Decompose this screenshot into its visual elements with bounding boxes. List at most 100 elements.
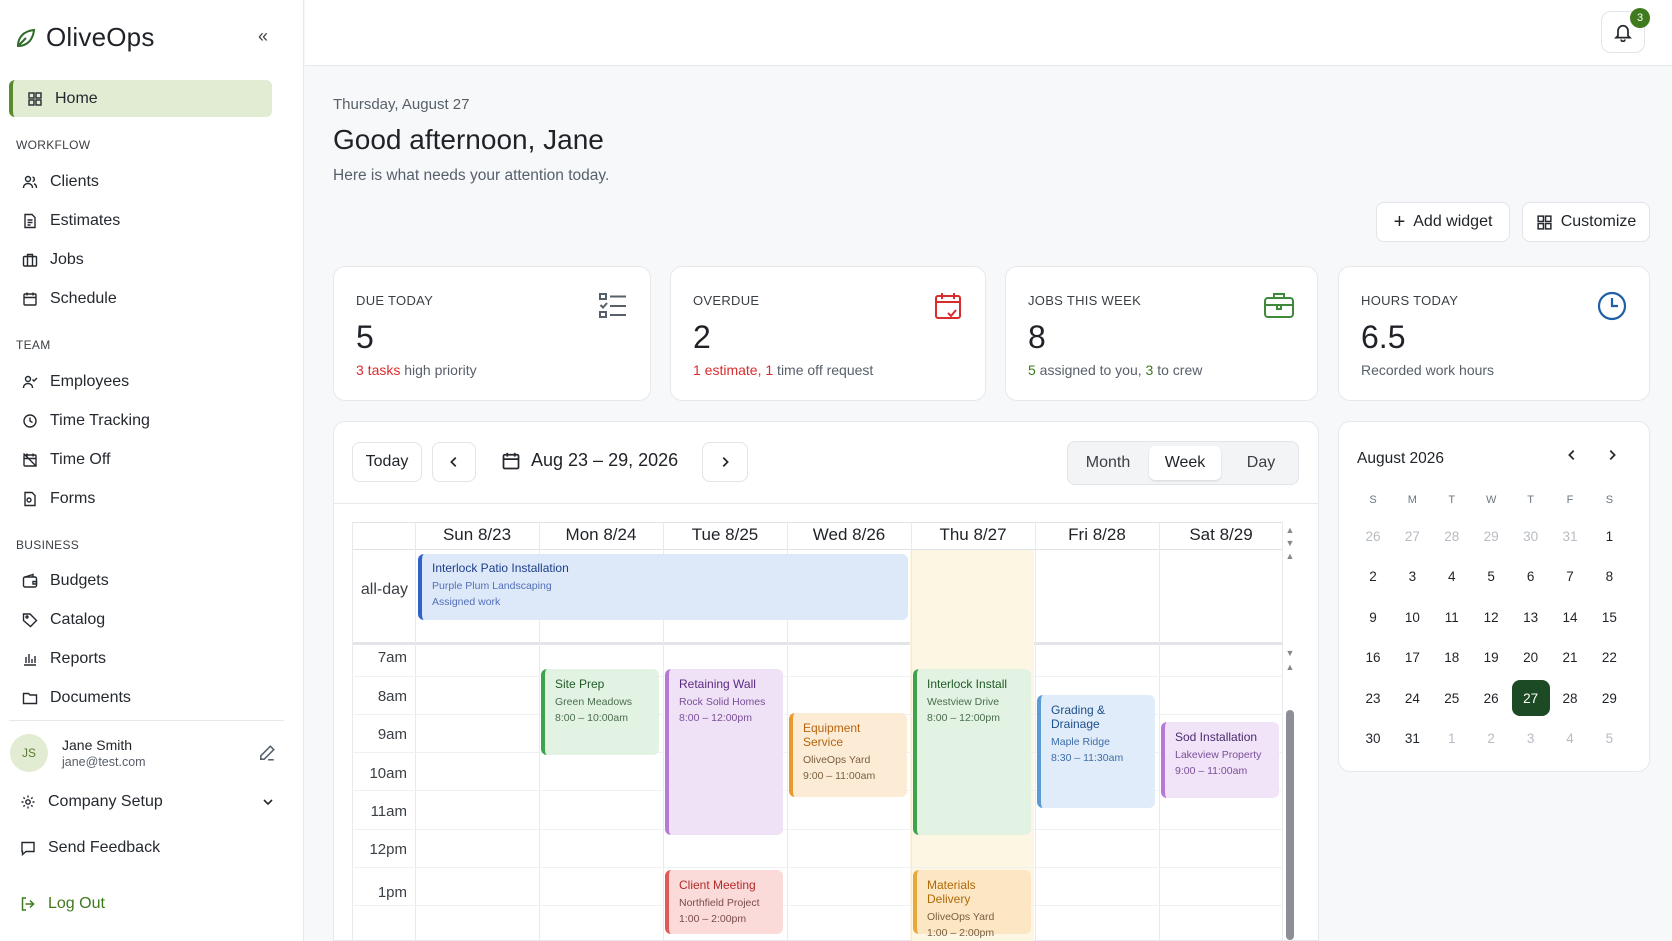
day-header[interactable]: Sat 8/29	[1159, 525, 1283, 545]
mini-day[interactable]: 17	[1393, 640, 1431, 676]
brand[interactable]: OliveOps	[14, 22, 155, 53]
event-equipment-service[interactable]: Equipment Service OliveOps Yard 9:00 – 1…	[789, 713, 907, 797]
stat-card-jobs-week[interactable]: JOBS THIS WEEK 8 5 assigned to you, 3 to…	[1005, 266, 1318, 401]
event-sod-installation[interactable]: Sod Installation Lakeview Property 9:00 …	[1161, 722, 1279, 798]
date-range[interactable]: Aug 23 – 29, 2026	[501, 450, 678, 471]
mini-day[interactable]: 19	[1472, 640, 1510, 676]
nav-time-off[interactable]: Time Off	[22, 448, 110, 472]
mini-day[interactable]: 28	[1551, 680, 1589, 716]
mini-day[interactable]: 2	[1472, 721, 1510, 757]
add-widget-button[interactable]: + Add widget	[1376, 202, 1510, 242]
nav-estimates[interactable]: Estimates	[22, 209, 120, 233]
mini-day[interactable]: 24	[1393, 680, 1431, 716]
mini-day[interactable]: 26	[1354, 518, 1392, 554]
stat-card-due-today[interactable]: DUE TODAY 5 3 tasks high priority	[333, 266, 651, 401]
mini-day[interactable]: 7	[1551, 559, 1589, 595]
customize-button[interactable]: Customize	[1522, 202, 1650, 242]
day-header[interactable]: Mon 8/24	[539, 525, 663, 545]
nav-budgets[interactable]: Budgets	[22, 569, 109, 593]
mini-prev-month[interactable]	[1565, 446, 1579, 467]
collapse-sidebar-icon[interactable]: «	[258, 26, 268, 47]
mini-day[interactable]: 1	[1433, 721, 1471, 757]
mini-day[interactable]: 16	[1354, 640, 1392, 676]
nav-employees[interactable]: Employees	[22, 370, 129, 394]
mini-day[interactable]: 20	[1512, 640, 1550, 676]
send-feedback[interactable]: Send Feedback	[20, 836, 160, 860]
mini-day[interactable]: 29	[1590, 680, 1628, 716]
mini-day[interactable]: 25	[1433, 680, 1471, 716]
mini-day[interactable]: 15	[1590, 599, 1628, 635]
mini-day[interactable]: 31	[1393, 721, 1431, 757]
next-week-button[interactable]	[702, 442, 748, 482]
mini-day[interactable]: 13	[1512, 599, 1550, 635]
nav-documents[interactable]: Documents	[22, 686, 131, 710]
mini-day[interactable]: 30	[1354, 721, 1392, 757]
mini-day[interactable]: 5	[1472, 559, 1510, 595]
nav-jobs[interactable]: Jobs	[22, 248, 84, 272]
mini-day[interactable]: 11	[1433, 599, 1471, 635]
mini-day[interactable]: 31	[1551, 518, 1589, 554]
mini-day[interactable]: 21	[1551, 640, 1589, 676]
mini-day[interactable]: 3	[1512, 721, 1550, 757]
day-header[interactable]: Wed 8/26	[787, 525, 911, 545]
view-day[interactable]: Day	[1228, 446, 1294, 480]
mini-day[interactable]: 30	[1512, 518, 1550, 554]
stat-card-overdue[interactable]: OVERDUE 2 1 estimate, 1 time off request	[670, 266, 986, 401]
mini-day[interactable]: 4	[1551, 721, 1589, 757]
nav-catalog[interactable]: Catalog	[22, 608, 105, 632]
prev-week-button[interactable]	[432, 442, 476, 482]
event-materials-delivery[interactable]: Materials Delivery OliveOps Yard 1:00 – …	[913, 870, 1031, 939]
mini-day[interactable]: 28	[1433, 518, 1471, 554]
mini-day[interactable]: 10	[1393, 599, 1431, 635]
view-week[interactable]: Week	[1149, 446, 1221, 480]
view-month[interactable]: Month	[1074, 446, 1142, 480]
event-retaining-wall[interactable]: Retaining Wall Rock Solid Homes 8:00 – 1…	[665, 669, 783, 835]
stat-label: JOBS THIS WEEK	[1028, 293, 1142, 308]
mini-day[interactable]: 27	[1393, 518, 1431, 554]
day-header[interactable]: Sun 8/23	[415, 525, 539, 545]
time-scrollbar-thumb[interactable]	[1286, 710, 1294, 940]
event-grading-drainage[interactable]: Grading & Drainage Maple Ridge 8:30 – 11…	[1037, 695, 1155, 808]
mini-day[interactable]: 22	[1590, 640, 1628, 676]
mini-day[interactable]: 6	[1512, 559, 1550, 595]
mini-day[interactable]: 2	[1354, 559, 1392, 595]
mini-day[interactable]: 4	[1433, 559, 1471, 595]
day-header[interactable]: Fri 8/28	[1035, 525, 1159, 545]
mini-next-month[interactable]	[1605, 446, 1619, 467]
all-day-label: all-day	[360, 581, 408, 598]
mini-day[interactable]: 23	[1354, 680, 1392, 716]
mini-day[interactable]: 9	[1354, 599, 1392, 635]
nav-schedule[interactable]: Schedule	[22, 287, 117, 311]
current-date: Thursday, August 27	[333, 96, 470, 113]
day-header[interactable]: Thu 8/27	[911, 525, 1035, 545]
today-button[interactable]: Today	[352, 442, 422, 482]
day-header[interactable]: Tue 8/25	[663, 525, 787, 545]
mini-day-selected[interactable]: 27	[1511, 680, 1550, 716]
log-out[interactable]: Log Out	[20, 892, 105, 916]
event-place: Northfield Project	[679, 897, 760, 909]
stat-card-hours-today[interactable]: HOURS TODAY 6.5 Recorded work hours	[1338, 266, 1650, 401]
nav-time-tracking[interactable]: Time Tracking	[22, 409, 150, 433]
all-day-scrollbar[interactable]: ▲ ▼ ▲	[1285, 524, 1295, 564]
mini-day[interactable]: 26	[1472, 680, 1510, 716]
mini-day[interactable]: 3	[1393, 559, 1431, 595]
mini-day[interactable]: 14	[1551, 599, 1589, 635]
nav-home[interactable]: Home	[9, 80, 272, 117]
event-interlock-install[interactable]: Interlock Install Westview Drive 8:00 – …	[913, 669, 1031, 835]
mini-day[interactable]: 5	[1590, 721, 1628, 757]
company-setup[interactable]: Company Setup	[20, 790, 275, 814]
mini-day[interactable]: 8	[1590, 559, 1628, 595]
mini-day[interactable]: 12	[1472, 599, 1510, 635]
mini-day[interactable]: 1	[1590, 518, 1628, 554]
event-client-meeting[interactable]: Client Meeting Northfield Project 1:00 –…	[665, 870, 783, 934]
mini-day[interactable]: 18	[1433, 640, 1471, 676]
nav-reports[interactable]: Reports	[22, 647, 106, 671]
nav-clients[interactable]: Clients	[22, 170, 99, 194]
mini-day[interactable]: 29	[1472, 518, 1510, 554]
all-day-event[interactable]: Interlock Patio Installation Purple Plum…	[418, 554, 908, 620]
event-site-prep[interactable]: Site Prep Green Meadows 8:00 – 10:00am	[541, 669, 659, 755]
time-scroll-arrows[interactable]: ▼ ▲	[1285, 646, 1295, 676]
nav-forms[interactable]: Forms	[22, 487, 95, 511]
pencil-icon[interactable]	[258, 744, 276, 762]
user-profile[interactable]: JS Jane Smith jane@test.com	[10, 734, 146, 772]
